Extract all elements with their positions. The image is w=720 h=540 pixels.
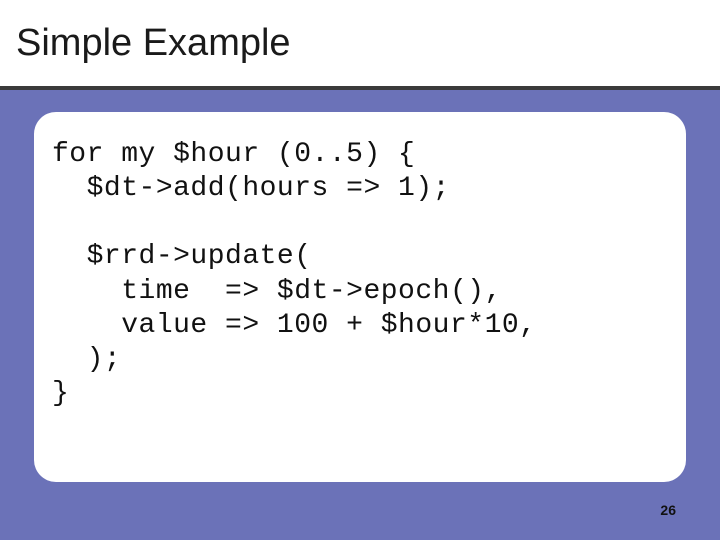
code-line: $dt->add(hours => 1); (52, 173, 450, 204)
code-line: for my $hour (0..5) { (52, 139, 415, 170)
page-number: 26 (660, 502, 676, 518)
code-line: } (52, 378, 69, 409)
code-line: $rrd->update( (52, 241, 312, 272)
code-line: time => $dt->epoch(), (52, 276, 502, 307)
title-bar: Simple Example (0, 0, 720, 90)
code-line: ); (52, 344, 121, 375)
content-card: for my $hour (0..5) { $dt->add(hours => … (34, 112, 686, 482)
slide-title: Simple Example (16, 22, 291, 65)
code-line: value => 100 + $hour*10, (52, 310, 536, 341)
code-block: for my $hour (0..5) { $dt->add(hours => … (52, 138, 668, 411)
